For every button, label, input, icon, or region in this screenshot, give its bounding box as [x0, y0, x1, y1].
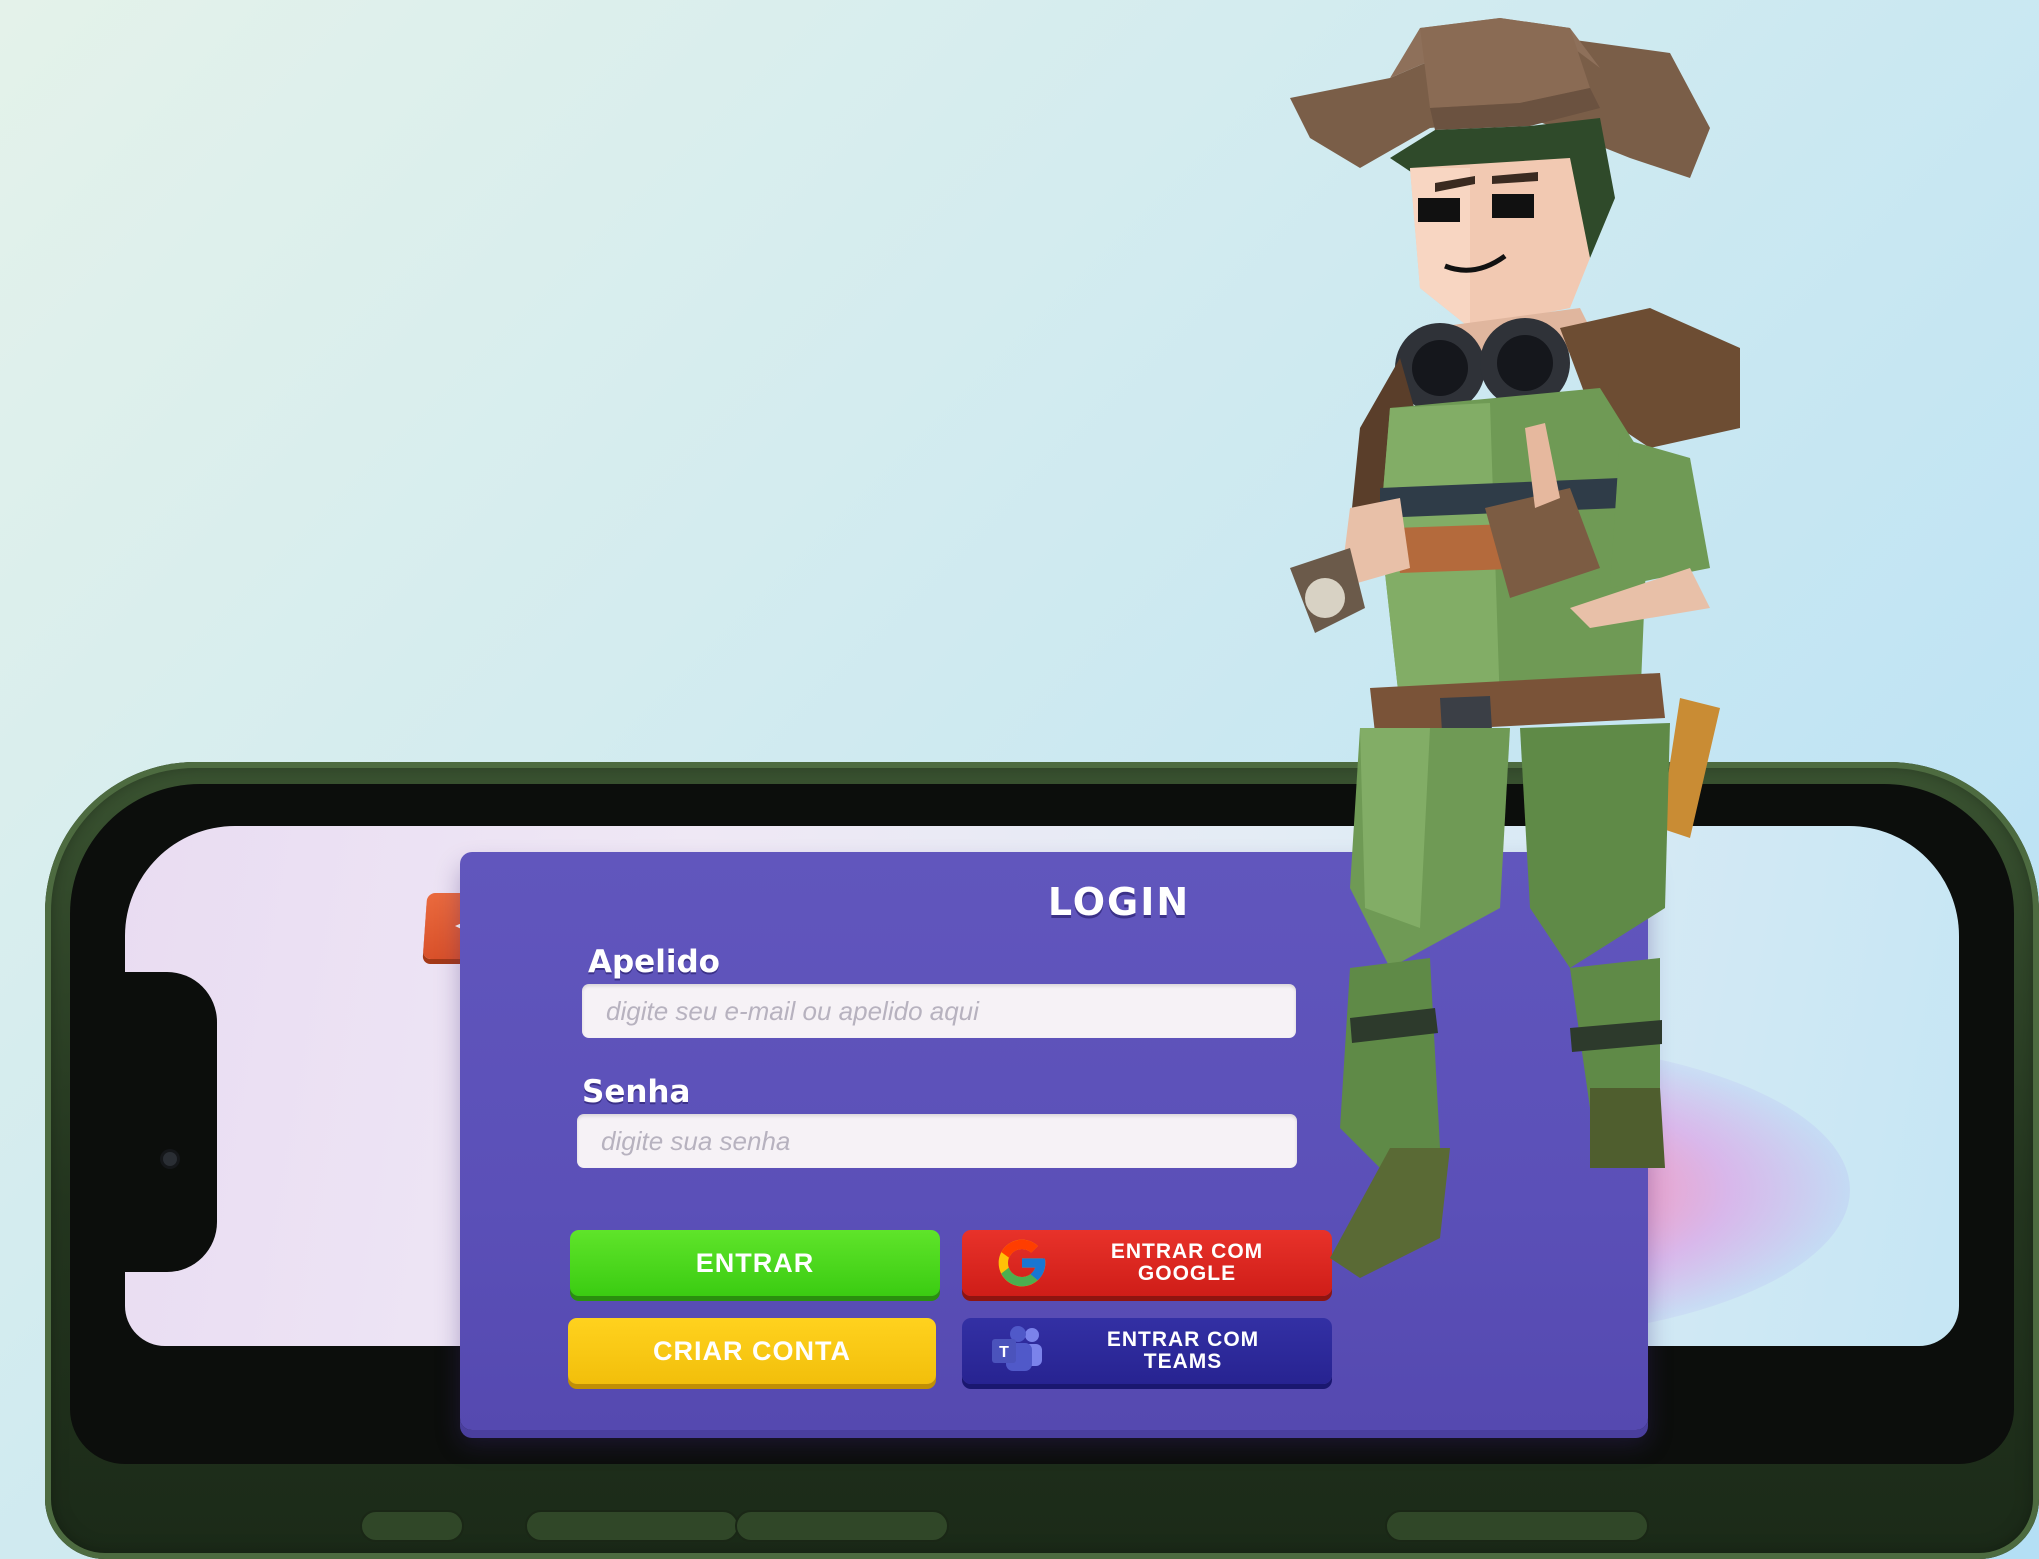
teams-login-button[interactable]: T ENTRAR COM TEAMS: [962, 1318, 1332, 1384]
phone-volume-down-button: [735, 1510, 949, 1542]
create-account-button[interactable]: CRIAR CONTA: [568, 1318, 936, 1384]
phone-side-button: [360, 1510, 464, 1542]
phone-notch: [125, 972, 217, 1272]
front-camera-icon: [163, 1152, 177, 1166]
google-icon: [998, 1239, 1046, 1287]
enter-button[interactable]: ENTRAR: [570, 1230, 940, 1296]
teams-login-label: ENTRAR COM TEAMS: [1048, 1329, 1332, 1373]
teams-icon: T: [992, 1326, 1042, 1371]
nickname-label: Apelido: [588, 944, 720, 980]
password-label: Senha: [582, 1074, 691, 1110]
phone-speaker-grille: [1385, 1510, 1649, 1542]
password-input[interactable]: [577, 1114, 1297, 1168]
teams-login-label-line1: ENTRAR COM: [1106, 1328, 1260, 1351]
svg-text:T: T: [999, 1344, 1009, 1361]
teams-login-label-line2: TEAMS: [1143, 1350, 1223, 1373]
cowboy-character-illustration: [1290, 18, 1740, 1278]
nickname-input[interactable]: [582, 984, 1296, 1038]
phone-volume-up-button: [525, 1510, 739, 1542]
